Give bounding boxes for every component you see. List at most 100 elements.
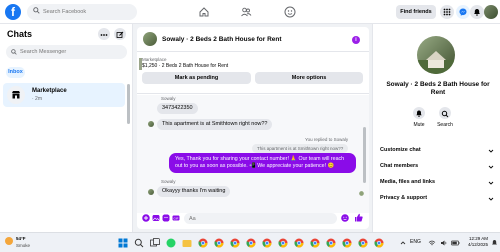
sticker-icon[interactable] bbox=[162, 214, 170, 222]
mute-label: Mute bbox=[413, 122, 425, 128]
chevron-up-icon[interactable] bbox=[400, 240, 406, 246]
chat-window: Sowaly · 2 Beds 2 Bath House for Rent i … bbox=[137, 27, 369, 229]
search-label: Search bbox=[437, 122, 453, 128]
customize-chat-section[interactable]: Customize chat bbox=[380, 147, 494, 157]
sender-avatar bbox=[148, 121, 154, 127]
chrome-icon[interactable] bbox=[230, 238, 240, 248]
file-explorer-icon[interactable] bbox=[182, 238, 192, 248]
conversation-name: Sowaly · 2 Beds 2 Bath House for Rent bbox=[386, 81, 490, 96]
chat-members-section[interactable]: Chat members bbox=[380, 163, 494, 173]
friends-icon[interactable] bbox=[240, 6, 252, 18]
chrome-icon[interactable] bbox=[342, 238, 352, 248]
image-icon[interactable] bbox=[152, 214, 160, 222]
search-icon bbox=[33, 7, 40, 14]
whatsapp-icon[interactable] bbox=[166, 238, 176, 248]
search-icon[interactable] bbox=[134, 238, 144, 248]
chat-scrollbar[interactable] bbox=[363, 127, 366, 183]
incoming-message[interactable]: 3473422350 bbox=[157, 103, 198, 114]
chat-avatar[interactable] bbox=[143, 32, 157, 46]
notification-bell-icon[interactable] bbox=[491, 239, 498, 247]
emoji-icon[interactable] bbox=[341, 214, 349, 222]
privacy-support-section[interactable]: Privacy & support bbox=[380, 195, 494, 205]
chrome-icon[interactable] bbox=[326, 238, 336, 248]
chrome-icon[interactable] bbox=[310, 238, 320, 248]
task-view-icon[interactable] bbox=[150, 238, 160, 248]
notifications-button[interactable] bbox=[470, 5, 484, 19]
incoming-message[interactable]: This apartment is at Smithtown right now… bbox=[157, 119, 273, 130]
weather-icon[interactable] bbox=[5, 237, 13, 245]
messenger-button[interactable] bbox=[456, 5, 470, 19]
windows-taskbar: 54°F Smoke ENG 12:29 AM 4/12/2025 bbox=[0, 232, 500, 252]
chevron-down-icon bbox=[488, 149, 494, 153]
clock-date: 4/12/2025 bbox=[467, 242, 488, 247]
chrome-icon[interactable] bbox=[262, 238, 272, 248]
chat-title[interactable]: Sowaly · 2 Beds 2 Bath House for Rent bbox=[162, 36, 282, 43]
messenger-icon bbox=[459, 8, 467, 16]
media-files-links-section[interactable]: Media, files and links bbox=[380, 179, 494, 189]
facebook-logo[interactable]: f bbox=[5, 4, 21, 20]
svg-text:GIF: GIF bbox=[174, 216, 179, 220]
thumbs-up-icon[interactable] bbox=[354, 213, 363, 222]
windows-start-icon[interactable] bbox=[118, 238, 128, 248]
message-composer: GIF bbox=[137, 209, 369, 229]
info-icon[interactable]: i bbox=[352, 36, 360, 44]
chrome-icon[interactable] bbox=[278, 238, 288, 248]
compose-icon bbox=[116, 31, 124, 38]
marketplace-listing: Marketplace $1,250 · 2 Beds 2 Bath House… bbox=[137, 54, 369, 94]
more-dots-icon bbox=[100, 34, 108, 36]
search-icon bbox=[441, 110, 449, 118]
profile-avatar[interactable] bbox=[484, 5, 498, 19]
menu-button[interactable] bbox=[440, 5, 454, 19]
groups-icon[interactable] bbox=[284, 6, 296, 18]
speaker-icon[interactable] bbox=[440, 239, 448, 247]
mark-as-pending-button[interactable]: Mark as pending bbox=[142, 72, 251, 84]
chats-heading: Chats bbox=[7, 29, 33, 39]
incoming-message[interactable]: Okayyy thanks I'm waiting bbox=[157, 186, 231, 197]
chrome-icon[interactable] bbox=[198, 238, 208, 248]
chevron-down-icon bbox=[488, 181, 494, 185]
message-input[interactable] bbox=[184, 213, 337, 224]
language-indicator[interactable]: ENG bbox=[410, 239, 421, 245]
find-friends-button[interactable]: Find friends bbox=[396, 5, 436, 19]
outgoing-message[interactable]: Yes, Thank you for sharing your contact … bbox=[169, 153, 356, 173]
messenger-search[interactable] bbox=[6, 45, 127, 59]
chevron-down-icon bbox=[488, 165, 494, 169]
chrome-icon[interactable] bbox=[214, 238, 224, 248]
search-icon bbox=[11, 49, 17, 55]
mute-button[interactable] bbox=[413, 107, 425, 119]
chrome-icon[interactable] bbox=[358, 238, 368, 248]
chrome-icon[interactable] bbox=[374, 238, 384, 248]
wifi-icon[interactable] bbox=[428, 239, 436, 247]
weather-condition: Smoke bbox=[16, 243, 31, 248]
system-clock[interactable]: 12:29 AM 4/12/2025 bbox=[462, 236, 488, 248]
weather-temperature: 54°F bbox=[16, 236, 26, 241]
chats-sidebar: Chats Inbox Marketplace · 2m bbox=[0, 24, 133, 232]
facebook-search[interactable] bbox=[27, 4, 137, 20]
messenger-search-input[interactable] bbox=[20, 45, 120, 59]
chat-options-button[interactable] bbox=[98, 28, 110, 40]
conversation-time: · 2m bbox=[32, 96, 42, 102]
listing-description[interactable]: $1,250 · 2 Beds 2 Bath House for Rent bbox=[142, 63, 228, 69]
gif-icon[interactable]: GIF bbox=[172, 214, 180, 222]
home-icon[interactable] bbox=[198, 6, 210, 18]
search-conversation-button[interactable] bbox=[439, 107, 451, 119]
plus-circle-icon[interactable] bbox=[142, 214, 150, 222]
message-list: Sowaly 3473422350 This apartment is at S… bbox=[137, 95, 369, 213]
chrome-icon[interactable] bbox=[246, 238, 256, 248]
section-label: Privacy & support bbox=[380, 195, 428, 201]
facebook-search-input[interactable] bbox=[43, 4, 135, 20]
tab-inbox[interactable]: Inbox bbox=[6, 67, 25, 78]
new-message-button[interactable] bbox=[114, 28, 126, 40]
more-options-button[interactable]: More options bbox=[255, 72, 363, 84]
reply-note: You replied to Sowaly bbox=[305, 137, 349, 142]
chevron-down-icon bbox=[488, 197, 494, 201]
battery-icon[interactable] bbox=[451, 239, 460, 247]
chrome-icon[interactable] bbox=[294, 238, 304, 248]
bell-icon bbox=[416, 110, 422, 117]
sender-name: Sowaly bbox=[161, 96, 176, 101]
reply-quote[interactable]: This apartment is at Smithtown right now… bbox=[252, 144, 349, 153]
listing-avatar[interactable] bbox=[417, 36, 455, 74]
bell-icon bbox=[474, 9, 480, 16]
conversation-item-marketplace[interactable]: Marketplace · 2m bbox=[3, 83, 125, 107]
sidebar-scrollbar[interactable] bbox=[127, 84, 130, 124]
